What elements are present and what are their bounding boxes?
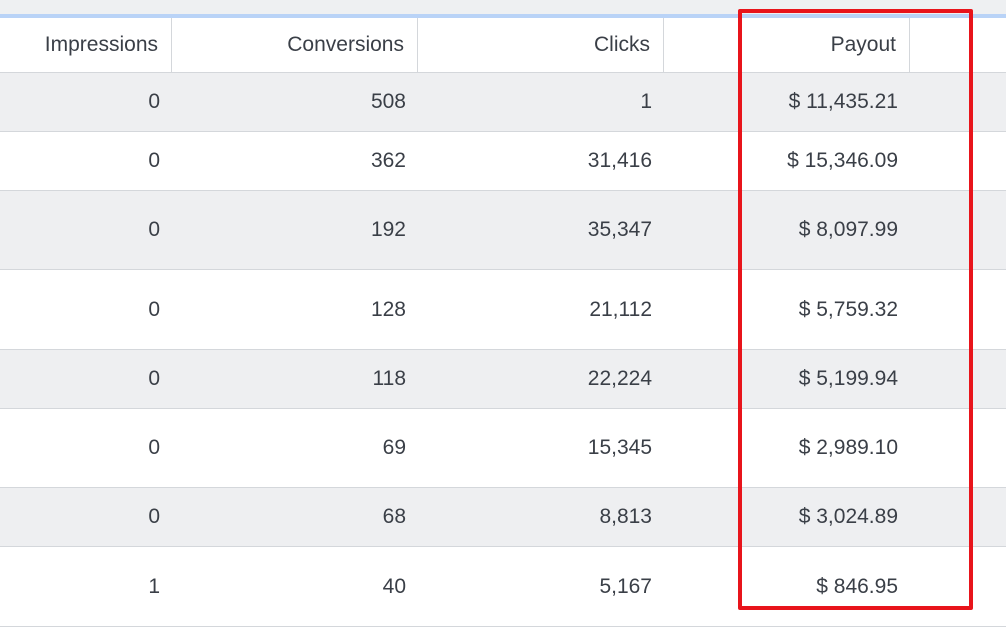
cell-clicks: 22,224	[587, 367, 652, 390]
cell-clicks: 5,167	[599, 574, 652, 598]
column-header-impressions[interactable]: Impressions	[0, 18, 172, 72]
cell-payout: $ 846.95	[816, 574, 898, 598]
cell-conversions: 508	[370, 90, 406, 113]
cell-impressions: 1	[148, 574, 160, 598]
cell-spacer	[910, 270, 1006, 349]
cell-clicks: 1	[640, 90, 652, 113]
cell-payout: $ 2,989.10	[798, 436, 898, 459]
cell-conversions: 68	[382, 505, 406, 528]
cell-conversions: 118	[372, 367, 406, 390]
column-header-spacer	[910, 18, 1006, 72]
cell-conversions: 40	[382, 574, 406, 598]
cell-conversions: 192	[370, 218, 406, 241]
cell-conversions: 69	[382, 436, 406, 459]
table-row[interactable]: 0 118 22,224 $ 5,199.94	[0, 350, 1006, 409]
column-header-conversions[interactable]: Conversions	[172, 18, 418, 72]
report-table-viewport: Impressions Conversions Clicks Payout 0 …	[0, 0, 1006, 628]
cell-clicks: 35,347	[587, 218, 652, 241]
table-row[interactable]: 0 192 35,347 $ 8,097.99	[0, 191, 1006, 270]
table-row[interactable]: 0 68 8,813 $ 3,024.89	[0, 488, 1006, 547]
table-row[interactable]: 0 69 15,345 $ 2,989.10	[0, 409, 1006, 488]
cell-payout: $ 8,097.99	[798, 218, 898, 241]
cell-spacer	[910, 409, 1006, 487]
cell-impressions: 0	[148, 367, 160, 390]
cell-spacer	[910, 191, 1006, 269]
cell-clicks: 8,813	[599, 505, 652, 528]
cell-spacer	[910, 132, 1006, 190]
cell-clicks: 21,112	[589, 297, 652, 321]
column-header-payout[interactable]: Payout	[664, 18, 910, 72]
cell-spacer	[910, 488, 1006, 546]
cell-payout: $ 3,024.89	[798, 505, 898, 528]
cell-conversions: 128	[370, 297, 406, 321]
cell-impressions: 0	[148, 90, 160, 113]
cell-clicks: 31,416	[587, 149, 652, 172]
cell-impressions: 0	[148, 505, 160, 528]
report-table: Impressions Conversions Clicks Payout 0 …	[0, 18, 1006, 627]
cell-payout: $ 5,199.94	[798, 367, 898, 390]
column-header-clicks[interactable]: Clicks	[418, 18, 664, 72]
table-row[interactable]: 0 128 21,112 $ 5,759.32	[0, 270, 1006, 350]
toolbar-strip	[0, 0, 1006, 14]
cell-impressions: 0	[148, 149, 160, 172]
table-header-row: Impressions Conversions Clicks Payout	[0, 18, 1006, 73]
cell-impressions: 0	[148, 297, 160, 321]
cell-payout: $ 15,346.09	[787, 149, 898, 172]
cell-spacer	[910, 547, 1006, 626]
table-row[interactable]: 0 362 31,416 $ 15,346.09	[0, 132, 1006, 191]
table-row[interactable]: 0 508 1 $ 11,435.21	[0, 73, 1006, 132]
cell-payout: $ 5,759.32	[798, 297, 898, 321]
table-row[interactable]: 1 40 5,167 $ 846.95	[0, 547, 1006, 627]
cell-spacer	[910, 73, 1006, 131]
cell-spacer	[910, 350, 1006, 408]
cell-impressions: 0	[148, 436, 160, 459]
cell-clicks: 15,345	[587, 436, 652, 459]
cell-payout: $ 11,435.21	[788, 90, 898, 113]
cell-impressions: 0	[148, 218, 160, 241]
cell-conversions: 362	[370, 149, 406, 172]
